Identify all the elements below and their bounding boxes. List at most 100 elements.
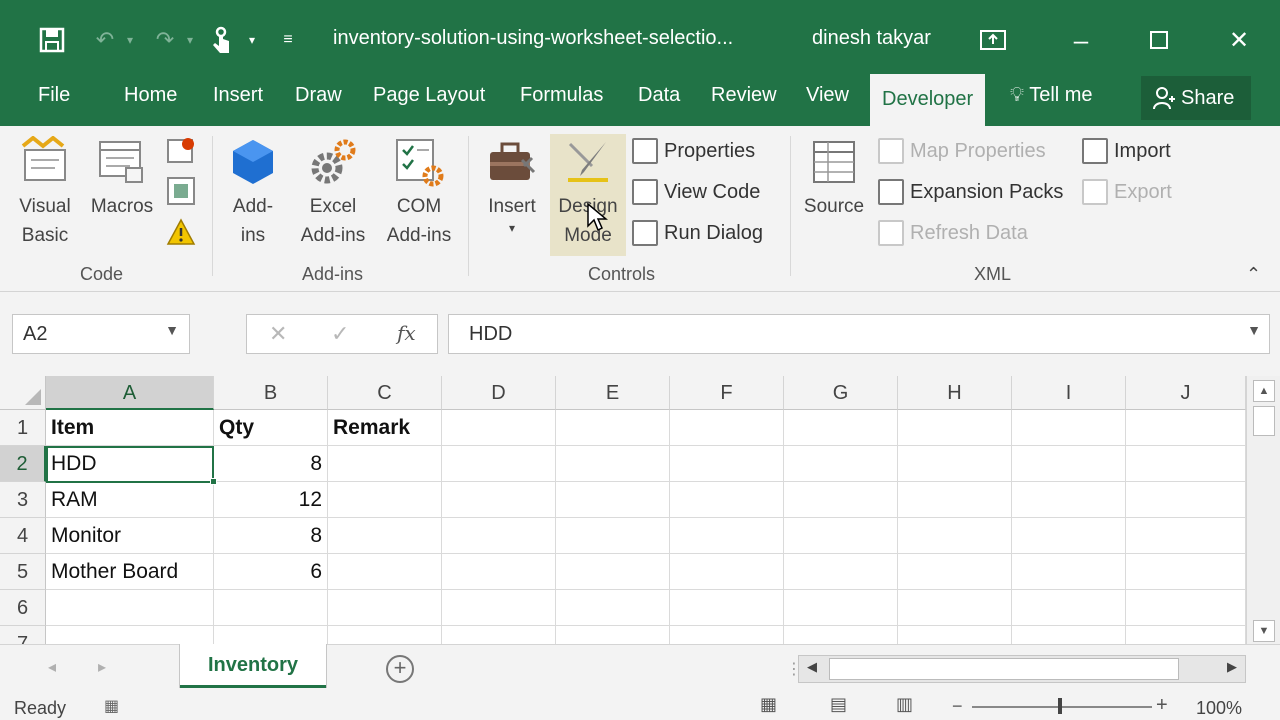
- item-cell[interactable]: Mother Board: [46, 554, 214, 590]
- export-button[interactable]: Export: [1082, 179, 1172, 205]
- maximize-icon[interactable]: [1144, 24, 1174, 56]
- customize-qat-icon[interactable]: ≡: [278, 24, 298, 56]
- row-header[interactable]: 2: [0, 446, 46, 482]
- minimize-icon[interactable]: –: [1066, 24, 1096, 56]
- grid-cell[interactable]: [670, 626, 784, 644]
- tab-home[interactable]: Home: [124, 84, 177, 107]
- undo-icon[interactable]: ↶: [90, 24, 120, 56]
- grid-cell[interactable]: [1126, 446, 1246, 482]
- horizontal-scrollbar[interactable]: ◀ ▶: [798, 655, 1246, 683]
- sheet-tab-inventory[interactable]: Inventory: [180, 644, 326, 688]
- design-mode-button[interactable]: Design Mode: [552, 136, 624, 250]
- item-cell[interactable]: Monitor: [46, 518, 214, 554]
- grid-cell[interactable]: [784, 410, 898, 446]
- chevron-down-icon[interactable]: ▼: [165, 322, 179, 338]
- grid-cell[interactable]: [1012, 410, 1126, 446]
- grid-cell[interactable]: [1126, 518, 1246, 554]
- grid-cell[interactable]: [784, 518, 898, 554]
- item-cell[interactable]: RAM: [46, 482, 214, 518]
- column-header[interactable]: J: [1126, 376, 1246, 410]
- scroll-down-icon[interactable]: ▼: [1253, 620, 1275, 642]
- grid-cell[interactable]: [898, 482, 1012, 518]
- com-addins-button[interactable]: COM Add-ins: [380, 136, 458, 250]
- grid-cell[interactable]: [442, 518, 556, 554]
- grid-cell[interactable]: [898, 446, 1012, 482]
- refresh-data-button[interactable]: Refresh Data: [878, 220, 1028, 246]
- select-all-button[interactable]: [0, 376, 46, 410]
- grid-cell[interactable]: [670, 554, 784, 590]
- tab-data[interactable]: Data: [638, 84, 680, 107]
- row-header[interactable]: 7: [0, 626, 46, 644]
- macros-button[interactable]: Macros: [84, 136, 160, 221]
- column-header[interactable]: D: [442, 376, 556, 410]
- next-sheet-icon[interactable]: ▸: [98, 657, 106, 677]
- grid-cell[interactable]: [1012, 446, 1126, 482]
- grid-cell[interactable]: [784, 482, 898, 518]
- close-icon[interactable]: ✕: [1224, 24, 1254, 56]
- expand-formula-bar-icon[interactable]: ▼: [1247, 322, 1261, 338]
- normal-view-icon[interactable]: ▦: [760, 694, 777, 715]
- expansion-packs-button[interactable]: Expansion Packs: [878, 179, 1063, 205]
- grid-cell[interactable]: [1126, 410, 1246, 446]
- macro-security-button[interactable]: [164, 218, 198, 255]
- grid-cell[interactable]: [442, 446, 556, 482]
- insert-function-icon[interactable]: fx: [397, 321, 416, 345]
- grid-cell[interactable]: [46, 590, 214, 626]
- tab-formulas[interactable]: Formulas: [520, 84, 603, 107]
- ribbon-display-options-icon[interactable]: [978, 24, 1008, 56]
- relative-references-button[interactable]: [164, 176, 198, 215]
- row-header[interactable]: 1: [0, 410, 46, 446]
- column-header[interactable]: H: [898, 376, 1012, 410]
- grid-cell[interactable]: [328, 482, 442, 518]
- header-cell[interactable]: Qty: [214, 410, 328, 446]
- column-header[interactable]: C: [328, 376, 442, 410]
- column-header[interactable]: F: [670, 376, 784, 410]
- scroll-left-icon[interactable]: ◀: [807, 659, 817, 675]
- grid-cell[interactable]: [1012, 554, 1126, 590]
- qty-cell[interactable]: 8: [214, 446, 328, 482]
- grid-cell[interactable]: [1126, 554, 1246, 590]
- tab-page-layout[interactable]: Page Layout: [373, 84, 485, 107]
- visual-basic-button[interactable]: Visual Basic: [10, 136, 80, 250]
- grid-cell[interactable]: [556, 590, 670, 626]
- redo-dropdown-icon[interactable]: ▾: [182, 24, 198, 56]
- row-header[interactable]: 3: [0, 482, 46, 518]
- grid-cell[interactable]: [556, 410, 670, 446]
- name-box[interactable]: A2 ▼: [12, 314, 190, 354]
- touch-dropdown-icon[interactable]: ▾: [244, 24, 260, 56]
- tab-view[interactable]: View: [806, 84, 849, 107]
- grid-cell[interactable]: [898, 518, 1012, 554]
- column-header[interactable]: A: [46, 376, 214, 410]
- grid-cell[interactable]: [442, 410, 556, 446]
- import-button[interactable]: Import: [1082, 138, 1171, 164]
- insert-control-button[interactable]: Insert ▾: [478, 136, 546, 235]
- tab-review[interactable]: Review: [711, 84, 777, 107]
- properties-button[interactable]: Properties: [632, 138, 755, 164]
- add-sheet-icon[interactable]: +: [386, 655, 414, 683]
- save-icon[interactable]: [36, 24, 68, 56]
- excel-addins-button[interactable]: Excel Add-ins: [292, 136, 374, 250]
- grid-cell[interactable]: [784, 554, 898, 590]
- grid-cell[interactable]: [556, 482, 670, 518]
- grid-cell[interactable]: [328, 554, 442, 590]
- zoom-level[interactable]: 100%: [1196, 698, 1242, 719]
- fill-handle[interactable]: [210, 478, 217, 485]
- formula-input[interactable]: HDD ▼: [448, 314, 1270, 354]
- scroll-up-icon[interactable]: ▲: [1253, 380, 1275, 402]
- tab-draw[interactable]: Draw: [295, 84, 342, 107]
- grid-cell[interactable]: [1126, 626, 1246, 644]
- grid-cell[interactable]: [1126, 590, 1246, 626]
- vertical-scroll-thumb[interactable]: [1253, 406, 1275, 436]
- undo-dropdown-icon[interactable]: ▾: [122, 24, 138, 56]
- grid-cell[interactable]: [784, 626, 898, 644]
- qty-cell[interactable]: 12: [214, 482, 328, 518]
- grid-cell[interactable]: [556, 446, 670, 482]
- grid-cell[interactable]: [1126, 482, 1246, 518]
- grid-cell[interactable]: [442, 590, 556, 626]
- grid-cell[interactable]: [670, 482, 784, 518]
- qty-cell[interactable]: 8: [214, 518, 328, 554]
- grid-cell[interactable]: [784, 590, 898, 626]
- zoom-in-icon[interactable]: +: [1156, 694, 1168, 717]
- grid-cell[interactable]: [1012, 626, 1126, 644]
- column-header[interactable]: I: [1012, 376, 1126, 410]
